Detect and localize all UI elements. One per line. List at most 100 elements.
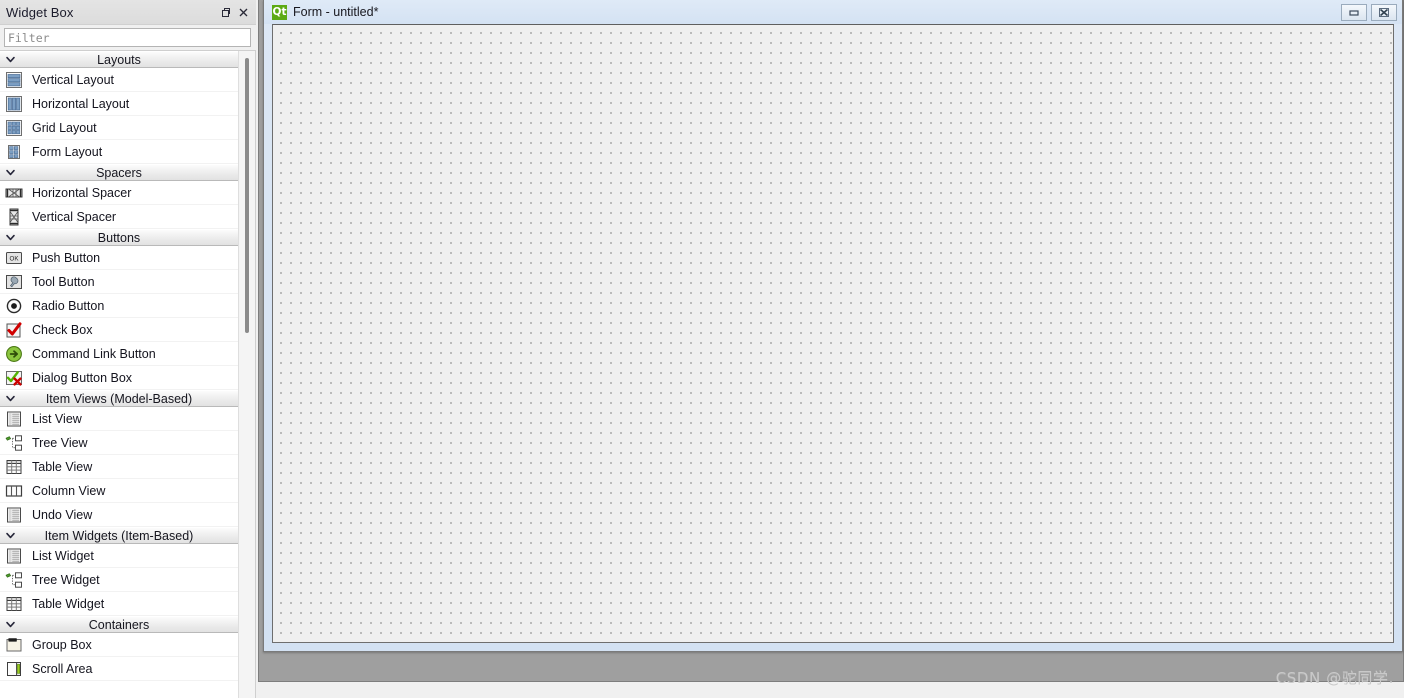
widget-item-undo-view[interactable]: Undo View — [0, 503, 238, 527]
chevron-down-icon — [0, 393, 20, 404]
tool-button-icon — [4, 272, 24, 292]
mdi-background: Qt Form - untitled* — [258, 0, 1404, 682]
widget-item-label: Form Layout — [32, 144, 103, 159]
tree-view-icon — [4, 433, 24, 453]
chevron-down-icon — [0, 619, 20, 630]
radio-button-icon — [4, 296, 24, 316]
category-label: Buttons — [97, 230, 141, 245]
push-button-icon: OK — [4, 248, 24, 268]
minimize-icon[interactable] — [1341, 3, 1367, 21]
form-window-title: Form - untitled* — [293, 5, 379, 19]
check-box-icon — [4, 320, 24, 340]
widget-item-group-box[interactable]: Group Box — [0, 633, 238, 657]
widget-box-title: Widget Box — [6, 4, 74, 20]
tree-widget-icon — [4, 570, 24, 590]
qt-logo-icon: Qt — [272, 4, 287, 20]
float-icon[interactable] — [216, 3, 234, 21]
qt-designer-window: Widget Box Layouts Vertical Layout Horizon… — [0, 0, 1404, 698]
category-header-layouts[interactable]: Layouts — [0, 51, 238, 68]
horizontal-spacer-icon — [4, 183, 24, 203]
category-label: Item Views (Model-Based) — [45, 391, 193, 406]
category-label: Layouts — [97, 52, 141, 67]
widget-box-scrollbar[interactable] — [238, 51, 255, 698]
category-label: Containers — [88, 617, 150, 632]
list-widget-icon — [4, 546, 24, 566]
vertical-layout-icon — [4, 70, 24, 90]
column-view-icon — [4, 481, 24, 501]
filter-row — [0, 25, 256, 50]
widget-item-label: Vertical Spacer — [32, 209, 117, 224]
widget-item-label: Tree Widget — [32, 572, 100, 587]
widget-item-label: Push Button — [32, 250, 101, 265]
form-layout-icon — [4, 142, 24, 162]
widget-item-list-view[interactable]: List View — [0, 407, 238, 431]
widget-item-table-view[interactable]: Table View — [0, 455, 238, 479]
chevron-down-icon — [0, 232, 20, 243]
undo-view-icon — [4, 505, 24, 525]
widget-item-label: Tool Button — [32, 274, 95, 289]
widget-item-label: List Widget — [32, 548, 94, 563]
widget-item-horizontal-spacer[interactable]: Horizontal Spacer — [0, 181, 238, 205]
category-header-item-widgets-item-based[interactable]: Item Widgets (Item-Based) — [0, 527, 238, 544]
horizontal-layout-icon — [4, 94, 24, 114]
widget-item-table-widget[interactable]: Table Widget — [0, 592, 238, 616]
chevron-down-icon — [0, 530, 20, 541]
widget-item-dialog-button-box[interactable]: Dialog Button Box — [0, 366, 238, 390]
widget-item-label: Group Box — [32, 637, 92, 652]
category-header-buttons[interactable]: Buttons — [0, 229, 238, 246]
widget-item-list-widget[interactable]: List Widget — [0, 544, 238, 568]
chevron-down-icon — [0, 54, 20, 65]
widget-tree-scrollarea: Layouts Vertical Layout Horizontal Layout G… — [0, 50, 256, 698]
widget-item-label: Command Link Button — [32, 346, 156, 361]
widget-item-label: List View — [32, 411, 82, 426]
widget-item-scroll-area[interactable]: Scroll Area — [0, 657, 238, 681]
category-label: Item Widgets (Item-Based) — [44, 528, 194, 543]
close-icon[interactable] — [1371, 3, 1397, 21]
widget-item-form-layout[interactable]: Form Layout — [0, 140, 238, 164]
form-design-canvas[interactable] — [272, 24, 1394, 643]
widget-item-push-button[interactable]: OK Push Button — [0, 246, 238, 270]
category-header-spacers[interactable]: Spacers — [0, 164, 238, 181]
widget-item-column-view[interactable]: Column View — [0, 479, 238, 503]
widget-item-radio-button[interactable]: Radio Button — [0, 294, 238, 318]
widget-box-titlebar: Widget Box — [0, 0, 256, 25]
vertical-spacer-icon — [4, 207, 24, 227]
widget-item-label: Tree View — [32, 435, 88, 450]
widget-item-label: Dialog Button Box — [32, 370, 133, 385]
category-header-item-views-model-based[interactable]: Item Views (Model-Based) — [0, 390, 238, 407]
dialog-button-box-icon — [4, 368, 24, 388]
widget-item-grid-layout[interactable]: Grid Layout — [0, 116, 238, 140]
category-label: Spacers — [96, 165, 142, 180]
widget-item-tool-button[interactable]: Tool Button — [0, 270, 238, 294]
mdi-area: Qt Form - untitled* CSDN @驼同学. — [256, 0, 1404, 698]
scrollbar-thumb[interactable] — [245, 58, 249, 333]
list-view-icon — [4, 409, 24, 429]
category-header-containers[interactable]: Containers — [0, 616, 238, 633]
widget-item-label: Check Box — [32, 322, 93, 337]
command-link-button-icon — [4, 344, 24, 364]
widget-item-label: Vertical Layout — [32, 72, 114, 87]
form-titlebar[interactable]: Qt Form - untitled* — [264, 0, 1402, 24]
widget-item-tree-view[interactable]: Tree View — [0, 431, 238, 455]
widget-item-label: Table View — [32, 459, 93, 474]
widget-item-check-box[interactable]: Check Box — [0, 318, 238, 342]
widget-item-horizontal-layout[interactable]: Horizontal Layout — [0, 92, 238, 116]
widget-item-label: Table Widget — [32, 596, 105, 611]
close-icon[interactable] — [234, 3, 252, 21]
widget-item-label: Undo View — [32, 507, 93, 522]
group-box-icon — [4, 635, 24, 655]
widget-item-label: Horizontal Spacer — [32, 185, 132, 200]
form-canvas-padding — [264, 24, 1402, 651]
chevron-down-icon — [0, 167, 20, 178]
widget-item-vertical-layout[interactable]: Vertical Layout — [0, 68, 238, 92]
widget-item-tree-widget[interactable]: Tree Widget — [0, 568, 238, 592]
svg-text:OK: OK — [10, 255, 20, 262]
widget-item-label: Radio Button — [32, 298, 105, 313]
filter-input[interactable] — [4, 28, 251, 47]
widget-item-vertical-spacer[interactable]: Vertical Spacer — [0, 205, 238, 229]
form-subwindow[interactable]: Qt Form - untitled* — [263, 0, 1403, 652]
widget-item-command-link-button[interactable]: Command Link Button — [0, 342, 238, 366]
scroll-area-icon — [4, 659, 24, 679]
widget-box-dock: Widget Box Layouts Vertical Layout Horizon… — [0, 0, 256, 698]
table-widget-icon — [4, 594, 24, 614]
